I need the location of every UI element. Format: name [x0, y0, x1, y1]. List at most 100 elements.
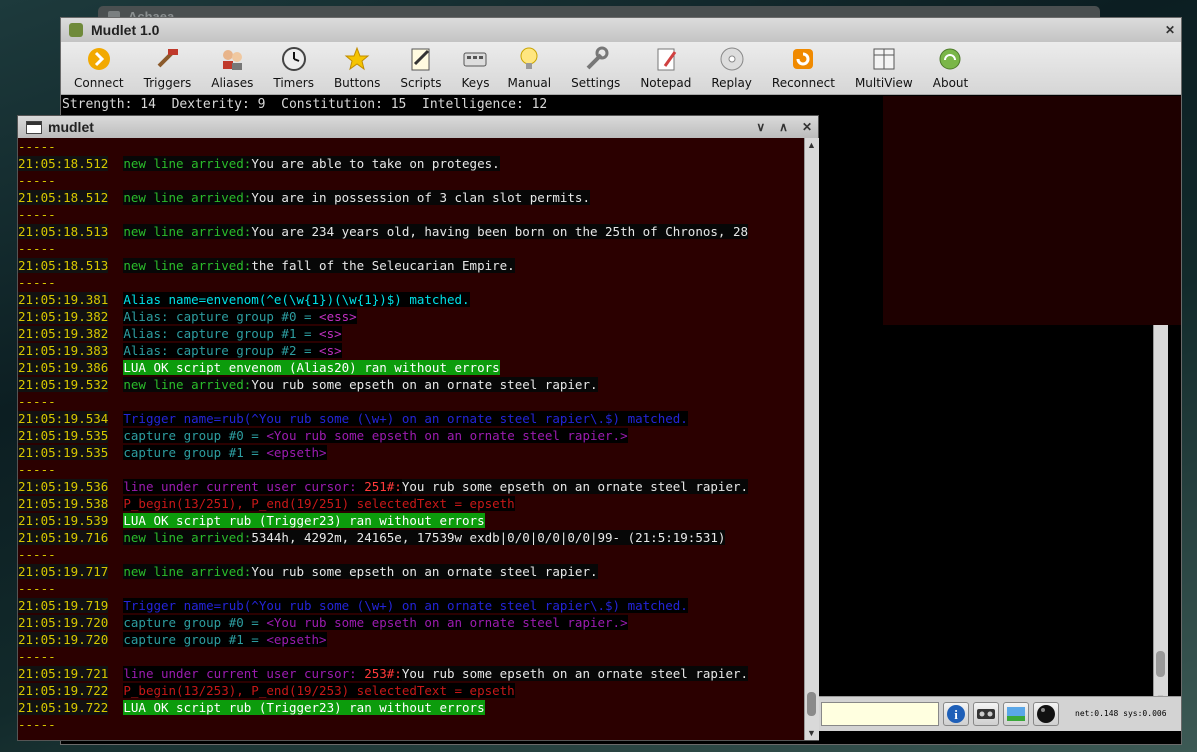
- timestamp: 21:05:19.539: [18, 513, 109, 528]
- info-button[interactable]: i: [943, 702, 969, 726]
- main-window-titlebar[interactable]: Mudlet 1.0 ✕: [61, 18, 1181, 42]
- command-input[interactable]: [821, 702, 939, 726]
- close-icon[interactable]: ✕: [1165, 18, 1175, 42]
- timestamp: 21:05:19.382: [18, 309, 109, 324]
- toolbar-button-label: Manual: [507, 76, 552, 90]
- log-segment: capture group #0 =: [123, 615, 267, 630]
- toolbar-button-buttons[interactable]: Buttons: [334, 46, 380, 94]
- log-segment: <You rub some epseth on an ornate steel …: [266, 428, 628, 443]
- debug-console-scrollbar[interactable]: ▲ ▼: [804, 138, 819, 740]
- log-line: 21:05:19.536 line under current user cur…: [18, 478, 803, 495]
- toolbar-button-label: Aliases: [211, 76, 254, 90]
- log-segment: Alias: capture group #0 =: [123, 309, 320, 324]
- toolbar-button-notepad[interactable]: Notepad: [640, 46, 691, 94]
- separator-line: -----: [18, 716, 803, 733]
- toolbar-button-timers[interactable]: Timers: [273, 46, 314, 94]
- toolbar-button-multiview[interactable]: MultiView: [855, 46, 913, 94]
- scrollbar-thumb[interactable]: [1156, 651, 1165, 677]
- log-segment: You are able to take on proteges.: [251, 156, 500, 171]
- timers-icon: [281, 46, 307, 72]
- toolbar-button-replay[interactable]: Replay: [711, 46, 752, 94]
- log-segment: new line arrived:: [123, 258, 252, 273]
- log-segment: You rub some epseth on an ornate steel r…: [251, 564, 598, 579]
- toolbar-button-settings[interactable]: Settings: [571, 46, 620, 94]
- separator-text: -----: [18, 462, 56, 477]
- log-segment: the fall of the Seleucarian Empire.: [251, 258, 515, 273]
- separator-text: -----: [18, 207, 56, 222]
- timestamp: 21:05:19.381: [18, 292, 109, 307]
- log-segment: 251#:: [364, 479, 402, 494]
- tape-button[interactable]: [973, 702, 999, 726]
- log-line: 21:05:18.512 new line arrived:You are in…: [18, 189, 803, 206]
- log-segment: <ess>: [319, 309, 357, 324]
- timestamp: 21:05:19.717: [18, 564, 109, 579]
- separator-text: -----: [18, 547, 56, 562]
- toolbar-button-aliases[interactable]: Aliases: [211, 46, 253, 94]
- svg-text:i: i: [954, 707, 958, 722]
- separator-text: -----: [18, 649, 56, 664]
- toolbar-button-keys[interactable]: Keys: [461, 46, 489, 94]
- scrollbar-thumb[interactable]: [807, 692, 816, 716]
- toolbar-button-label: Keys: [461, 76, 490, 90]
- toolbar-button-manual[interactable]: Manual: [507, 46, 551, 94]
- close-icon[interactable]: ✕: [802, 116, 812, 138]
- toolbar-button-reconnect[interactable]: Reconnect: [772, 46, 835, 94]
- chevron-down-icon[interactable]: ∨: [756, 116, 765, 138]
- log-segment: LUA OK script rub (Trigger23) ran withou…: [123, 513, 485, 528]
- log-segment: line under current user cursor:: [123, 666, 365, 681]
- toolbar-button-connect[interactable]: Connect: [74, 46, 124, 94]
- toolbar-button-scripts[interactable]: Scripts: [400, 46, 441, 94]
- main-console-scrollbar[interactable]: ▼: [1153, 325, 1168, 703]
- log-line: 21:05:19.535 capture group #0 = <You rub…: [18, 427, 803, 444]
- timestamp: 21:05:18.512: [18, 156, 109, 171]
- chevron-up-icon[interactable]: ∧: [779, 116, 788, 138]
- timestamp: 21:05:19.535: [18, 428, 109, 443]
- scroll-down-arrow-icon[interactable]: ▼: [807, 728, 816, 738]
- record-button[interactable]: [1033, 702, 1059, 726]
- log-segment: 5344h, 4292m, 24165e, 17539w exdb|0/0|0/…: [251, 530, 726, 545]
- mudlet-app-icon: [69, 23, 83, 37]
- toolbar-button-label: Connect: [74, 76, 124, 90]
- notepad-icon: [653, 46, 679, 72]
- multiview-icon: [871, 46, 897, 72]
- log-line: 21:05:18.513 new line arrived:the fall o…: [18, 257, 803, 274]
- log-line: 21:05:19.720 capture group #0 = <You rub…: [18, 614, 803, 631]
- log-segment: new line arrived:: [123, 156, 252, 171]
- log-segment: You are in possession of 3 clan slot per…: [251, 190, 590, 205]
- toolbar-button-label: MultiView: [854, 76, 913, 90]
- main-toolbar: Connect Triggers Aliases Timers Buttons Scrip…: [61, 42, 1181, 95]
- log-segment: Alias: capture group #2 =: [123, 343, 320, 358]
- debug-console[interactable]: ----- 21:05:18.512 new line arrived:You a…: [18, 138, 803, 740]
- timestamp: 21:05:19.716: [18, 530, 109, 545]
- toolbar-button-about[interactable]: About: [933, 46, 968, 94]
- log-segment: Alias name=envenom(^e(\w{1})(\w{1})$) ma…: [123, 292, 470, 307]
- separator-text: -----: [18, 139, 56, 154]
- separator-line: -----: [18, 240, 803, 257]
- toolbar-button-triggers[interactable]: Triggers: [144, 46, 191, 94]
- scroll-up-arrow-icon[interactable]: ▲: [807, 140, 816, 150]
- log-segment: capture group #1 =: [123, 632, 267, 647]
- log-segment: LUA OK script rub (Trigger23) ran withou…: [123, 700, 485, 715]
- log-line: 21:05:19.382 Alias: capture group #1 = <…: [18, 325, 803, 342]
- timestamp: 21:05:19.721: [18, 666, 109, 681]
- separator-line: -----: [18, 138, 803, 155]
- toolbar-button-label: Buttons: [333, 76, 381, 90]
- log-line: 21:05:19.717 new line arrived:You rub so…: [18, 563, 803, 580]
- log-segment: Alias: capture group #1 =: [123, 326, 320, 341]
- mudlet-window-titlebar[interactable]: mudlet ∨ ∧ ✕: [18, 116, 818, 138]
- log-segment: capture group #1 =: [123, 445, 267, 460]
- screenshot-button[interactable]: [1003, 702, 1029, 726]
- log-segment: Trigger name=rub(^You rub some (\w+) on …: [123, 411, 688, 426]
